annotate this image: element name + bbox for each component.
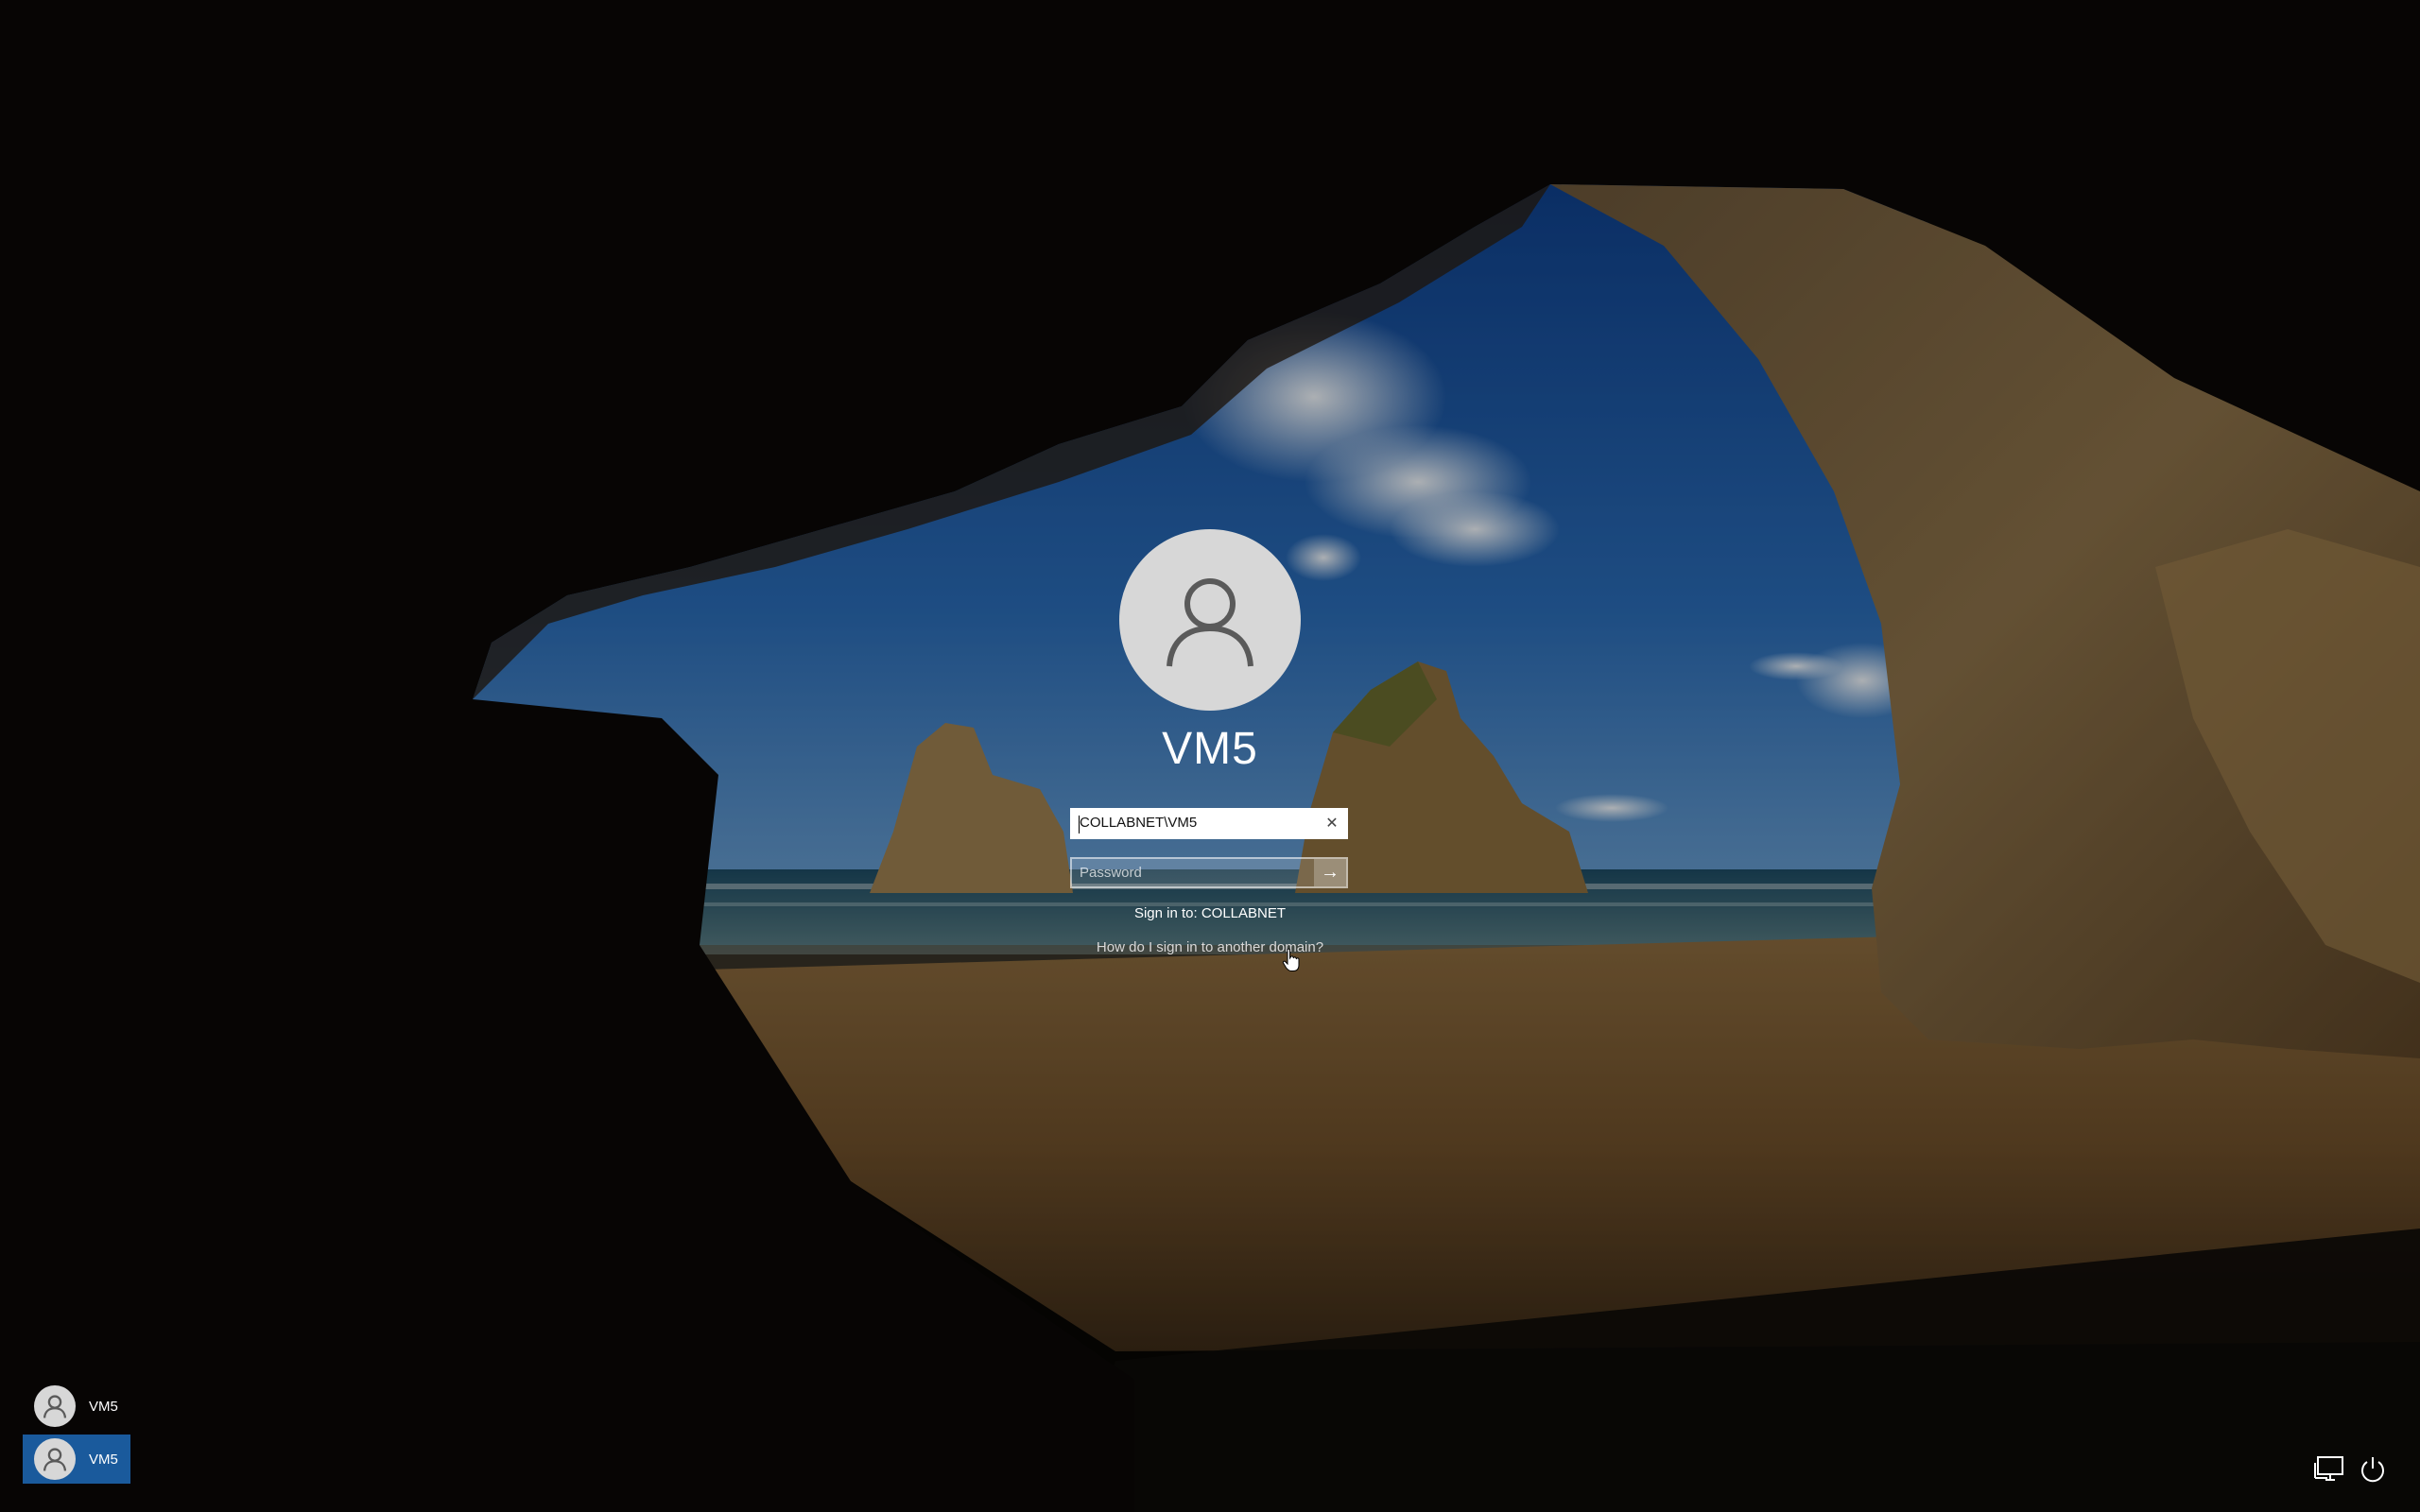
user-list-label: VM5 (89, 1451, 118, 1468)
power-button[interactable] (2356, 1452, 2390, 1486)
user-icon (43, 1448, 67, 1471)
user-icon (43, 1395, 67, 1418)
power-icon (2361, 1457, 2384, 1483)
user-avatar-large (1119, 529, 1301, 711)
account-name-heading: VM5 (1162, 724, 1258, 774)
user-list-item[interactable]: VM5 (23, 1382, 130, 1431)
username-value: COLLABNET\VM5 (1080, 815, 1198, 831)
other-domain-link[interactable]: How do I sign in to another domain? (1021, 939, 1399, 955)
network-icon (2314, 1456, 2343, 1481)
arrow-right-icon: → (1321, 862, 1340, 883)
sign-in-domain-text: Sign in to: COLLABNET (1133, 905, 1287, 921)
network-button[interactable] (2312, 1452, 2346, 1486)
close-icon[interactable]: ✕ (1322, 814, 1342, 834)
avatar (34, 1438, 76, 1480)
user-list-item-selected[interactable]: VM5 (23, 1435, 130, 1484)
hand-cursor-icon (1282, 948, 1300, 971)
avatar (34, 1385, 76, 1427)
username-field[interactable]: COLLABNET\VM5 ✕ (1070, 808, 1348, 839)
lock-screen: VM5 COLLABNET\VM5 ✕ → Sign in to: COLLAB… (0, 0, 2420, 1512)
user-list-label: VM5 (89, 1398, 118, 1415)
password-field-container: → (1070, 857, 1348, 888)
user-icon (1167, 578, 1253, 667)
submit-button[interactable]: → (1314, 859, 1346, 886)
password-input[interactable] (1072, 859, 1314, 886)
